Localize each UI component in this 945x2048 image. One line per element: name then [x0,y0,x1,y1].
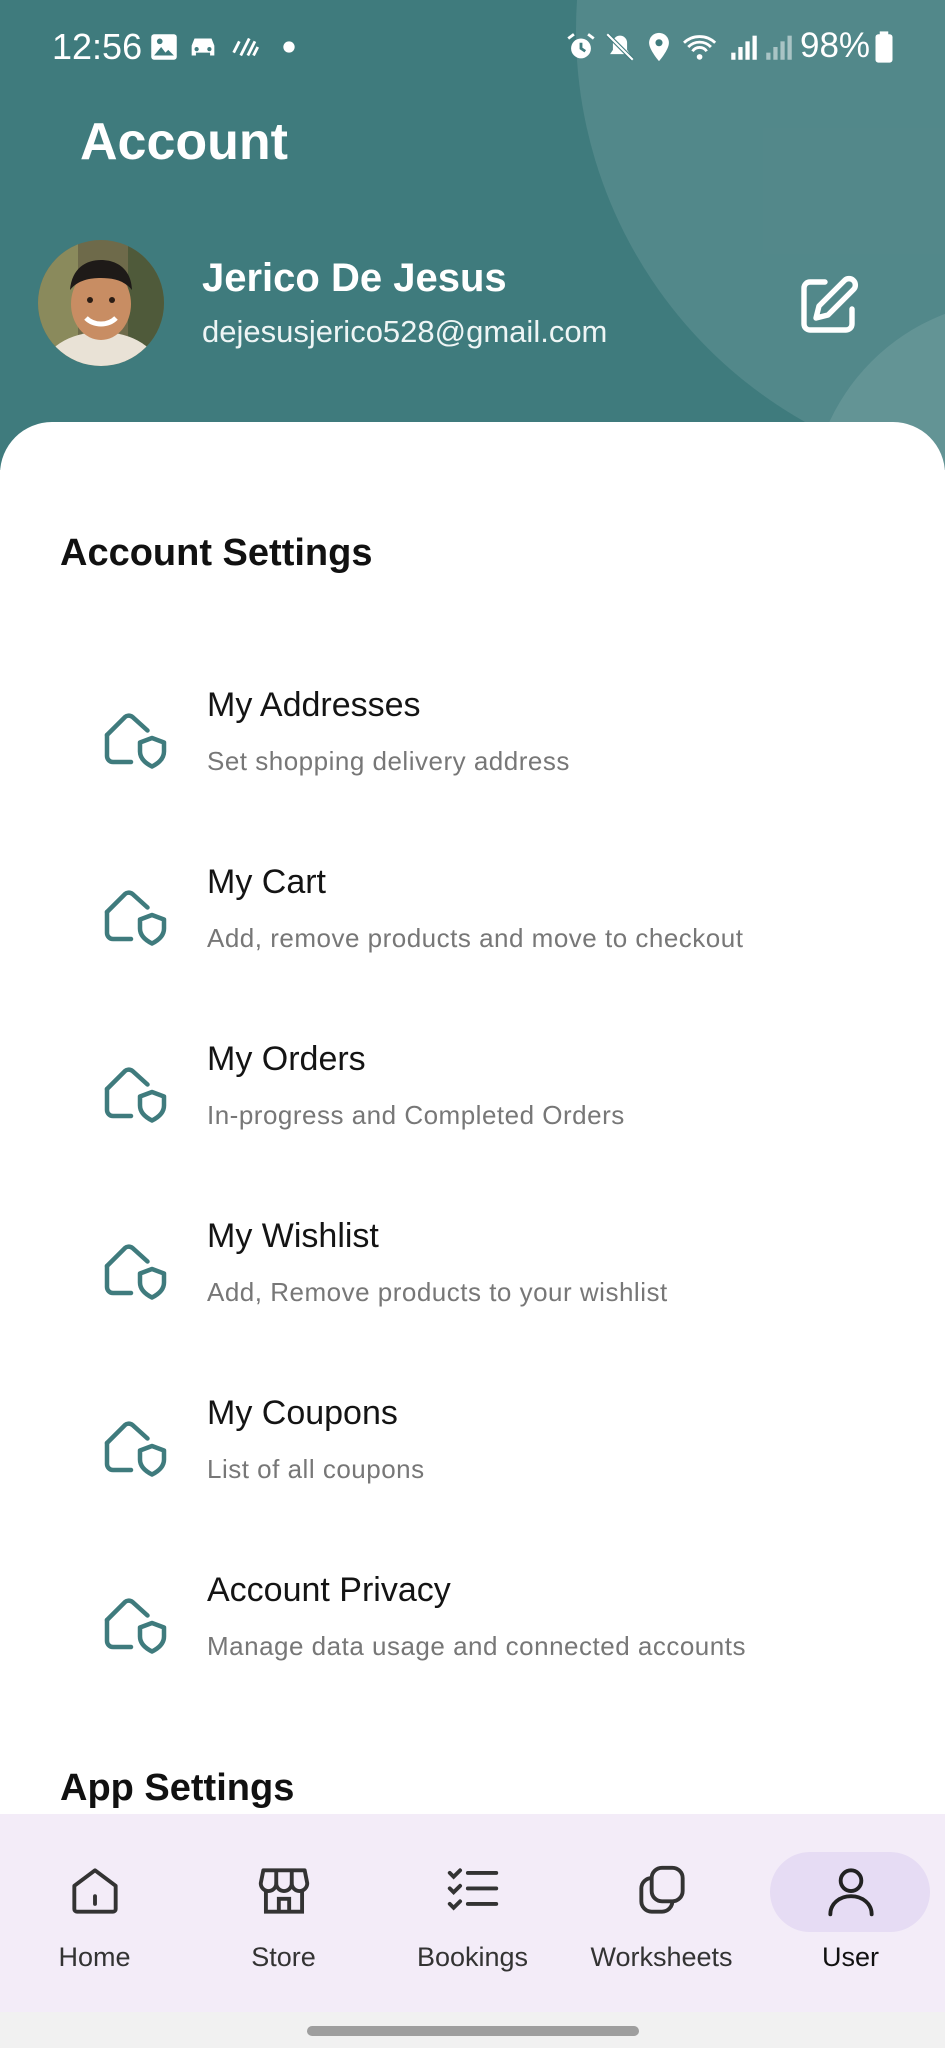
avatar[interactable] [38,240,164,366]
battery-percentage: 98% [800,26,871,65]
user-icon [828,1868,874,1917]
battery-icon [875,31,893,63]
wifi-icon [683,35,717,60]
profile-photo [38,240,164,366]
item-subtitle: In-progress and Completed Orders [207,1100,625,1130]
nav-label: Bookings [416,1942,529,1972]
location-icon [649,32,669,62]
user-email: dejesusjerico528@gmail.com [202,314,608,349]
home-icon [72,1868,118,1914]
edit-profile-icon[interactable] [792,270,864,342]
nav-item-store[interactable]: Store [189,1814,378,2012]
checklist-icon [447,1868,499,1911]
signal-weak-icon [766,35,792,60]
nav-label: Store [251,1942,316,1972]
item-subtitle: Add, Remove products to your wishlist [207,1277,668,1307]
item-subtitle: Manage data usage and connected accounts [207,1631,746,1661]
gesture-area [0,2012,945,2048]
item-title: Account Privacy [207,1571,451,1609]
settings-item-my-coupons[interactable]: My Coupons List of all coupons [0,1370,945,1520]
item-title: My Addresses [207,686,421,724]
signal-icon [731,35,757,60]
car-icon [191,38,215,56]
house-shield-icon [104,1067,167,1123]
item-title: My Coupons [207,1394,398,1432]
nav-label: Worksheets [590,1942,733,1972]
bottom-navigation: Home Store Bookings Worksheets User [0,1814,945,2012]
house-shield-icon [104,1421,167,1477]
stacked-cards-icon [639,1865,685,1914]
status-time: 12:56 [52,26,143,67]
home-gesture-bar[interactable] [307,2026,639,2036]
settings-sheet: Account Settings My Addresses Set shoppi… [0,422,945,1822]
account-header: 12:56 98% Account Jerico De Jesus dejesu… [0,0,945,470]
store-icon [258,1868,310,1914]
settings-item-my-orders[interactable]: My Orders In-progress and Completed Orde… [0,1016,945,1166]
nav-item-user[interactable]: User [756,1814,945,2012]
item-subtitle: Add, remove products and move to checkou… [207,923,744,953]
gallery-icon [151,34,177,60]
house-shield-icon [104,890,167,946]
app-settings-title: App Settings [60,1767,295,1809]
notification-dot-icon [283,41,295,53]
item-title: My Orders [207,1040,366,1078]
nav-item-home[interactable]: Home [0,1814,189,2012]
mute-icon [605,32,635,62]
data-saver-icon [232,37,260,57]
nav-label: User [821,1942,879,1972]
account-settings-title: Account Settings [60,532,373,574]
house-shield-icon [104,1598,167,1654]
nav-item-worksheets[interactable]: Worksheets [567,1814,756,2012]
item-title: My Cart [207,863,326,901]
status-bar: 12:56 98% [0,0,945,96]
page-title: Account [80,113,288,171]
settings-item-my-cart[interactable]: My Cart Add, remove products and move to… [0,839,945,989]
settings-item-my-wishlist[interactable]: My Wishlist Add, Remove products to your… [0,1193,945,1343]
user-name: Jerico De Jesus [202,256,507,300]
item-subtitle: List of all coupons [207,1454,425,1484]
item-title: My Wishlist [207,1217,379,1255]
settings-item-account-privacy[interactable]: Account Privacy Manage data usage and co… [0,1547,945,1697]
settings-item-my-addresses[interactable]: My Addresses Set shopping delivery addre… [0,662,945,812]
nav-label: Home [58,1942,131,1972]
house-shield-icon [104,1244,167,1300]
alarm-icon [567,33,595,59]
house-shield-icon [104,713,167,769]
item-subtitle: Set shopping delivery address [207,746,570,776]
nav-item-bookings[interactable]: Bookings [378,1814,567,2012]
